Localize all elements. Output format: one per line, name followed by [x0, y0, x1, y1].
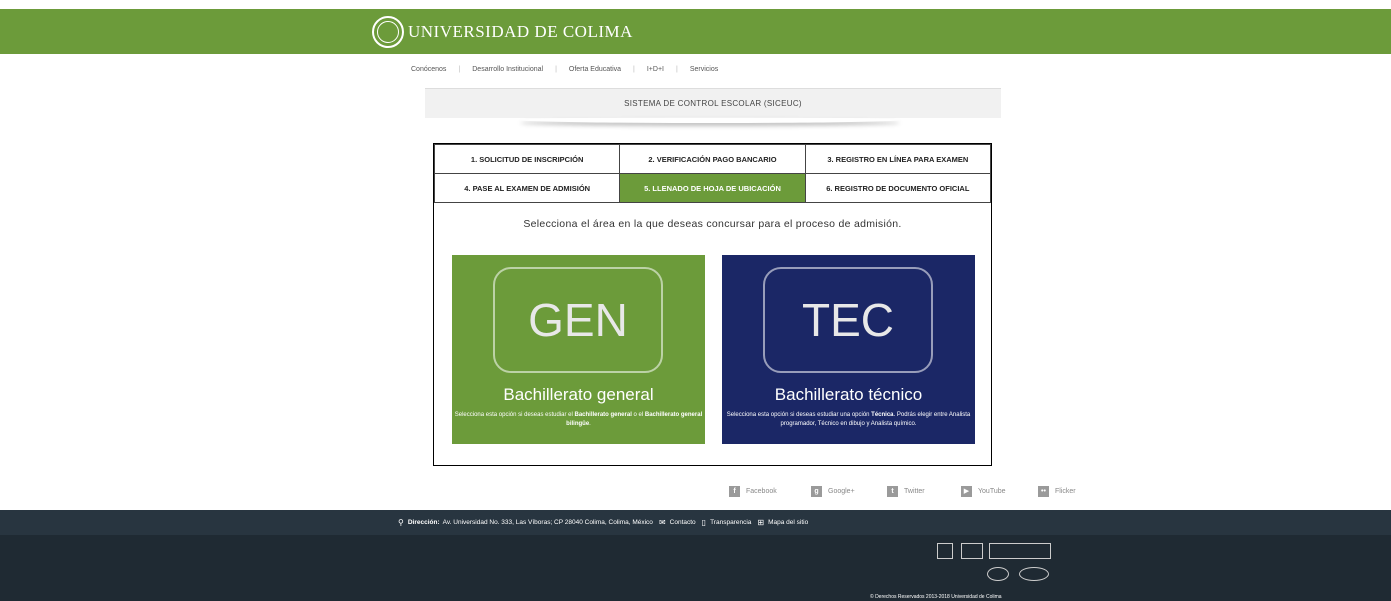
- contact-link[interactable]: Contacto: [670, 519, 696, 526]
- youtube-icon: ▶: [961, 486, 972, 497]
- nav-separator: |: [633, 66, 635, 73]
- system-title: SISTEMA DE CONTROL ESCOLAR (SICEUC): [624, 99, 802, 108]
- googleplus-icon: g: [811, 486, 822, 497]
- step-2[interactable]: 2. VERIFICACIÓN PAGO BANCARIO: [619, 144, 806, 174]
- partner-logo-3: [989, 543, 1051, 559]
- copyright: © Derechos Reservados 2013-2018 Universi…: [870, 594, 1002, 600]
- gen-code: GEN: [528, 294, 628, 346]
- nav-item-oferta[interactable]: Oferta Educativa: [569, 66, 621, 73]
- flicker-icon: ••: [1038, 486, 1049, 497]
- university-seal-icon: [372, 16, 404, 48]
- social-twitter[interactable]: t Twitter: [887, 486, 925, 497]
- twitter-icon: t: [887, 486, 898, 497]
- steps-table: 1. SOLICITUD DE INSCRIPCIÓN 2. VERIFICAC…: [433, 144, 992, 203]
- tec-code-box: TEC: [763, 267, 933, 373]
- title-bar-shadow: [520, 117, 900, 123]
- transparency-link[interactable]: Transparencia: [710, 519, 751, 526]
- partner-logo-1: [937, 543, 953, 559]
- general-track-card[interactable]: GEN Bachillerato general Selecciona esta…: [452, 255, 705, 444]
- step-6[interactable]: 6. REGISTRO DE DOCUMENTO OFICIAL: [804, 173, 992, 203]
- sitemap-icon: ⊞: [757, 518, 765, 527]
- partner-logo-2: [961, 543, 983, 559]
- tec-title: Bachillerato técnico: [774, 385, 923, 404]
- sitemap-link[interactable]: Mapa del sitio: [768, 519, 808, 526]
- step-3[interactable]: 3. REGISTRO EN LÍNEA PARA EXAMEN: [804, 144, 992, 174]
- footer-address-line: ⚲ Dirección: Av. Universidad No. 333, La…: [398, 518, 808, 527]
- nav-item-servicios[interactable]: Servicios: [690, 66, 718, 73]
- institutional-logos: [937, 543, 1067, 587]
- nav-separator: |: [555, 66, 557, 73]
- social-googleplus[interactable]: g Google+: [811, 486, 855, 497]
- nav-item-desarrollo[interactable]: Desarrollo Institucional: [472, 66, 543, 73]
- nav-item-conocenos[interactable]: Conócenos: [411, 66, 446, 73]
- address-text: Av. Universidad No. 333, Las Víboras; CP…: [442, 519, 653, 526]
- gen-title: Bachillerato general: [503, 385, 654, 404]
- admission-panel: 1. SOLICITUD DE INSCRIPCIÓN 2. VERIFICAC…: [433, 143, 992, 466]
- gen-code-box: GEN: [493, 267, 663, 373]
- facebook-icon: f: [729, 486, 740, 497]
- top-bar: [0, 9, 1391, 54]
- step-5-active[interactable]: 5. LLENADO DE HOJA DE UBICACIÓN: [619, 173, 806, 203]
- selection-prompt: Selecciona el área en la que deseas conc…: [523, 218, 902, 230]
- nav-item-idi[interactable]: I+D+I: [647, 66, 664, 73]
- technical-track-card[interactable]: TEC Bachillerato técnico Selecciona esta…: [722, 255, 975, 444]
- social-flicker[interactable]: •• Flicker: [1038, 486, 1076, 497]
- footer: ⚲ Dirección: Av. Universidad No. 333, La…: [0, 510, 1391, 601]
- address-label: Dirección:: [407, 519, 440, 526]
- door-icon: ▯: [701, 518, 707, 527]
- system-title-bar: SISTEMA DE CONTROL ESCOLAR (SICEUC): [425, 88, 1001, 118]
- social-facebook[interactable]: f Facebook: [729, 486, 777, 497]
- step-1[interactable]: 1. SOLICITUD DE INSCRIPCIÓN: [433, 144, 621, 174]
- tec-description: Selecciona esta opción si deseas estudia…: [726, 412, 971, 427]
- tec-code: TEC: [802, 294, 894, 346]
- partner-logo-4: [987, 567, 1009, 581]
- location-pin-icon: ⚲: [398, 518, 404, 527]
- social-youtube[interactable]: ▶ YouTube: [961, 486, 1006, 497]
- mail-icon: ✉: [658, 518, 666, 527]
- university-logo[interactable]: UNIVERSIDAD DE COLIMA: [372, 13, 633, 51]
- gen-description: Selecciona esta opción si deseas estudia…: [454, 412, 703, 427]
- step-4[interactable]: 4. PASE AL EXAMEN DE ADMISIÓN: [433, 173, 621, 203]
- partner-logo-5: [1019, 567, 1049, 581]
- main-nav: Conócenos | Desarrollo Institucional | O…: [411, 66, 718, 73]
- brand-name: UNIVERSIDAD DE COLIMA: [408, 22, 633, 41]
- nav-separator: |: [675, 66, 678, 73]
- nav-separator: |: [458, 66, 461, 73]
